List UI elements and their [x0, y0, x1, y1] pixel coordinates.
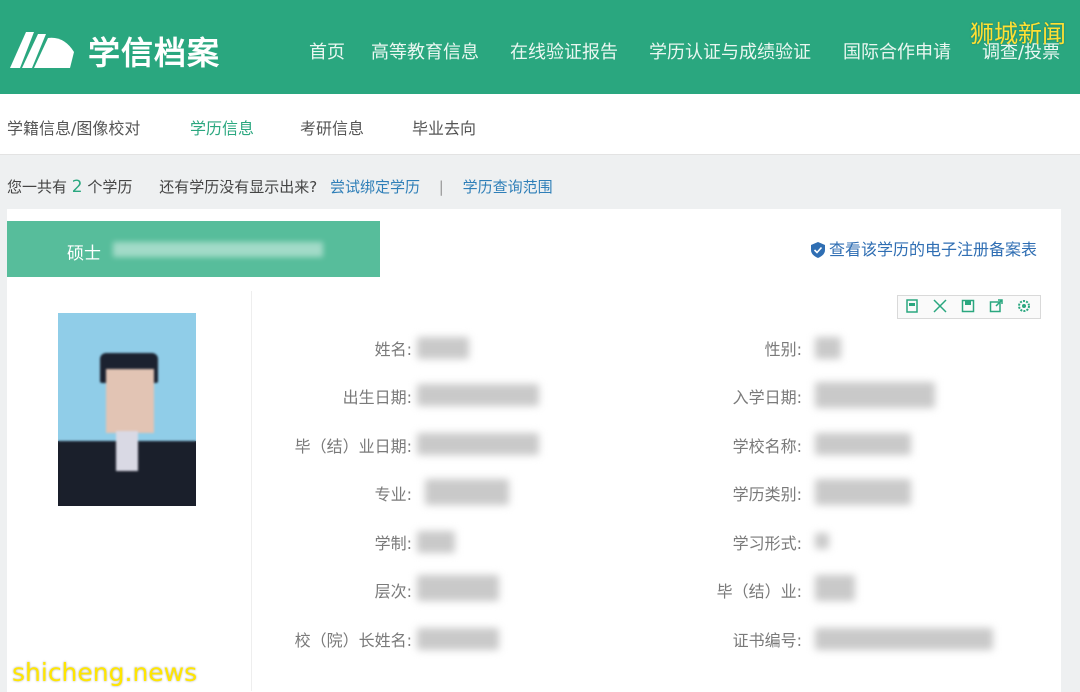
blurred-school-name [113, 242, 323, 257]
nav-international[interactable]: 国际合作申请 [843, 38, 951, 64]
label-graduation-status: 毕（结）业: [716, 582, 802, 601]
nav-certification[interactable]: 学历认证与成绩验证 [649, 38, 811, 64]
blurred-value-duration [417, 531, 455, 553]
label-graduation-date: 毕（结）业日期: [294, 437, 412, 456]
export-icon[interactable] [989, 299, 1003, 313]
label-enrollment-date: 入学日期: [732, 388, 802, 407]
summary-suffix: 个学历 [87, 178, 133, 196]
label-school-name: 学校名称: [732, 437, 802, 456]
summary-question: 还有学历没有显示出来? [159, 178, 318, 196]
blurred-value-name [417, 337, 469, 359]
tab-enrollment-info[interactable]: 学籍信息/图像校对 [7, 115, 140, 139]
content-divider [251, 291, 252, 691]
label-level: 层次: [374, 582, 412, 601]
record-toolbar [897, 295, 1041, 319]
tab-graduate-destination[interactable]: 毕业去向 [412, 115, 476, 139]
label-gender: 性别: [764, 340, 802, 359]
blurred-value-president [417, 628, 499, 650]
watermark-top: 狮城新闻 [970, 20, 1066, 48]
label-major: 专业: [374, 485, 412, 504]
degree-record-card: 硕士 查看该学历的电子注册备案表 姓名: 出生日期: 毕（结）业日期: 专业: … [7, 209, 1061, 692]
degree-level: 硕士 [67, 244, 101, 264]
summary-prefix: 您一共有 [7, 178, 68, 196]
top-header: 学信档案 首页 高等教育信息 在线验证报告 学历认证与成绩验证 国际合作申请 调… [0, 0, 1080, 94]
summary-separator: | [438, 178, 444, 196]
nav-higher-education[interactable]: 高等教育信息 [371, 38, 479, 64]
degree-count: 2 [71, 177, 83, 197]
tab-degree-info[interactable]: 学历信息 [190, 115, 254, 139]
blurred-value-school-name [815, 433, 911, 455]
degree-summary: 您一共有 2 个学历 还有学历没有显示出来? 尝试绑定学历 | 学历查询范围 [7, 176, 553, 197]
main-nav: 首页 高等教育信息 在线验证报告 学历认证与成绩验证 国际合作申请 调查/投票 [0, 38, 1080, 64]
blurred-value-level [417, 575, 499, 601]
label-degree-category: 学历类别: [732, 485, 802, 504]
blurred-value-graduation-date [417, 433, 539, 455]
nav-home[interactable]: 首页 [309, 38, 345, 64]
blurred-value-study-mode [815, 533, 829, 549]
student-photo [58, 313, 196, 506]
label-name: 姓名: [374, 340, 412, 359]
fullscreen-icon[interactable] [933, 299, 947, 313]
e-registration-link[interactable]: 查看该学历的电子注册备案表 [810, 236, 1037, 260]
blurred-value-major [425, 479, 509, 505]
bind-degree-link[interactable]: 尝试绑定学历 [330, 178, 420, 196]
blurred-value-gender [815, 337, 841, 359]
e-registration-label: 查看该学历的电子注册备案表 [828, 240, 1037, 259]
settings-icon[interactable] [1017, 299, 1031, 313]
blurred-value-enrollment-date [815, 382, 935, 408]
watermark-bottom: shicheng.news [12, 658, 198, 687]
label-president-name: 校（院）长姓名: [294, 631, 412, 650]
bookmark-icon[interactable] [905, 299, 919, 313]
query-scope-link[interactable]: 学历查询范围 [463, 178, 553, 196]
sub-nav: 学籍信息/图像校对 学历信息 考研信息 毕业去向 [0, 94, 1080, 155]
tab-postgrad-exam[interactable]: 考研信息 [300, 115, 364, 139]
save-icon[interactable] [961, 299, 975, 313]
blurred-value-graduation-status [815, 575, 855, 601]
nav-online-verification[interactable]: 在线验证报告 [510, 38, 618, 64]
label-duration: 学制: [374, 534, 412, 553]
degree-tab[interactable]: 硕士 [7, 221, 380, 277]
blurred-value-degree-category [815, 479, 911, 505]
label-certificate-number: 证书编号: [732, 631, 802, 650]
shield-check-icon [810, 242, 825, 258]
label-study-mode: 学习形式: [732, 534, 802, 553]
blurred-value-birth-date [417, 384, 539, 406]
blurred-value-certificate-number [815, 628, 993, 650]
label-birth-date: 出生日期: [342, 388, 412, 407]
